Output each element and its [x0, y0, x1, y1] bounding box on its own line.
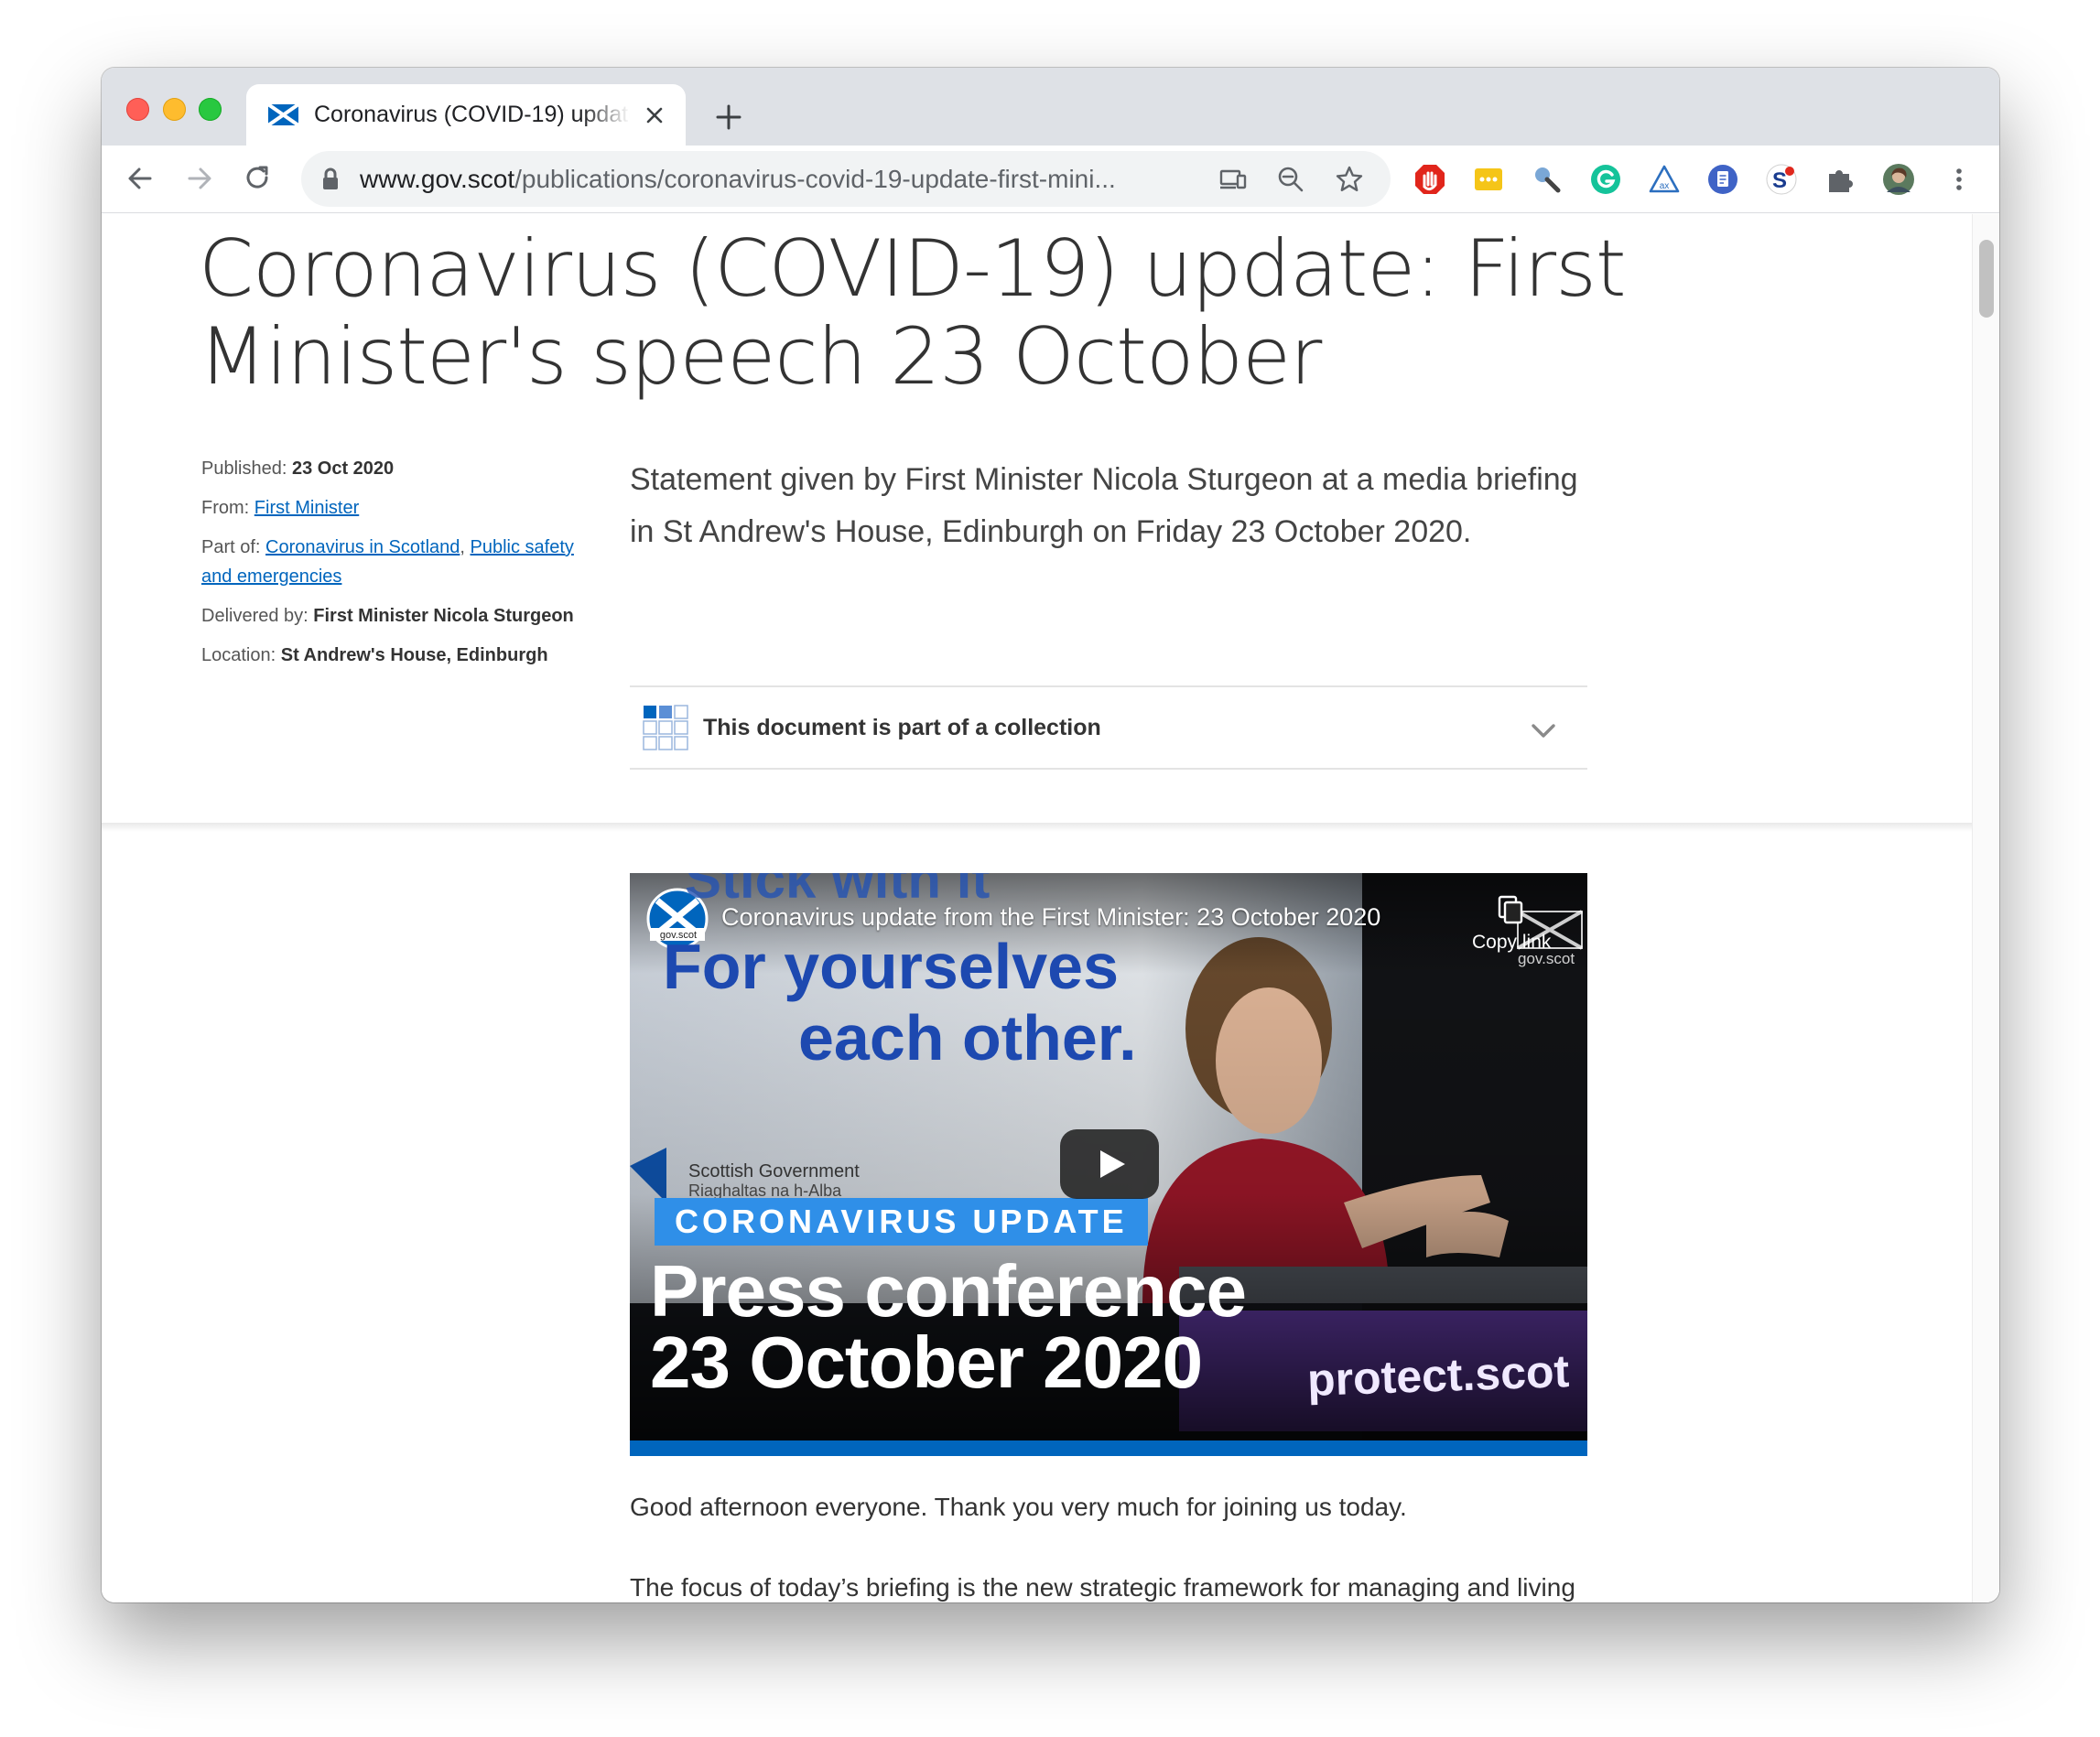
minimize-window-button[interactable]	[163, 98, 186, 121]
collection-label: This document is part of a collection	[703, 715, 1101, 740]
browser-window: Coronavirus (COVID-19) update: First Min…	[102, 68, 1999, 1602]
saltire-favicon-icon	[268, 104, 298, 125]
page-viewport: Coronavirus (COVID-19) update: First Min…	[102, 214, 1999, 1602]
location-label: Location:	[201, 645, 276, 665]
back-icon[interactable]	[124, 162, 157, 195]
part-of-separator: ,	[460, 537, 465, 557]
cast-devices-icon[interactable]	[1218, 165, 1248, 194]
reload-icon[interactable]	[242, 162, 275, 195]
close-tab-icon[interactable]	[642, 102, 667, 128]
more-menu-icon[interactable]	[1943, 163, 1976, 196]
speech-paragraph-2: The focus of today’s briefing is the new…	[630, 1573, 1575, 1602]
backdrop-org-1: Scottish Government	[688, 1161, 860, 1181]
chevron-down-icon	[1532, 724, 1555, 738]
axe-accessibility-extension-icon[interactable]: ax	[1648, 163, 1681, 196]
published-row: Published: 23 Oct 2020	[201, 454, 586, 483]
video-headline: Press conference 23 October 2020	[650, 1250, 1254, 1403]
published-date: 23 Oct 2020	[291, 459, 395, 479]
zoom-icon[interactable]	[1276, 165, 1305, 194]
svg-text:S: S	[1772, 168, 1787, 193]
password-manager-extension-icon[interactable]	[1472, 163, 1505, 196]
forward-icon[interactable]	[183, 162, 216, 195]
active-tab[interactable]: Coronavirus (COVID-19) update: First Min…	[246, 84, 686, 146]
browser-toolbar: www.gov.scot/publications/coronavirus-co…	[102, 146, 1999, 213]
collection-expander[interactable]: This document is part of a collection	[630, 685, 1587, 770]
headline-line-2: 23 October 2020	[650, 1322, 1203, 1403]
url-path: /publications/coronavirus-covid-19-updat…	[514, 165, 1116, 193]
from-row: From: First Minister	[201, 493, 586, 523]
part-of-label: Part of:	[201, 537, 261, 557]
first-minister-link[interactable]: First Minister	[254, 498, 359, 518]
skype-s-extension-icon[interactable]: S	[1765, 163, 1798, 196]
channel-name: gov.scot	[659, 930, 698, 941]
podium-text: protect.scot	[1306, 1345, 1571, 1406]
vertical-scrollbar[interactable]	[1972, 214, 1999, 1602]
video-title[interactable]: Coronavirus update from the First Minist…	[721, 901, 1380, 933]
tab-title: Coronavirus (COVID-19) update: First Min…	[314, 102, 630, 127]
page-title: Coronavirus (COVID-19) update: First Min…	[199, 223, 1627, 403]
profile-avatar[interactable]	[1882, 163, 1915, 196]
video-player[interactable]: Stick with it For yourselves each other.…	[630, 873, 1587, 1456]
headline-line-1: Press conference	[650, 1250, 1247, 1332]
svg-text:ax: ax	[1660, 181, 1670, 191]
section-divider	[102, 823, 1972, 832]
url-text[interactable]: www.gov.scot/publications/coronavirus-co…	[360, 163, 1184, 196]
address-bar[interactable]: www.gov.scot/publications/coronavirus-co…	[301, 151, 1391, 207]
extensions-puzzle-icon[interactable]	[1824, 163, 1856, 196]
delivered-by-value: First Minister Nicola Sturgeon	[313, 606, 574, 626]
location-row: Location: St Andrew's House, Edinburgh	[201, 641, 586, 670]
url-host: www.gov.scot	[360, 165, 515, 193]
tab-strip: Coronavirus (COVID-19) update: First Min…	[102, 68, 1999, 146]
published-label: Published:	[201, 459, 287, 479]
adblock-extension-icon[interactable]	[1413, 163, 1446, 196]
from-label: From:	[201, 498, 250, 518]
delivered-by-label: Delivered by:	[201, 606, 309, 626]
speech-paragraph-1: Good afternoon everyone. Thank you very …	[630, 1493, 1407, 1521]
backdrop-line-1: For yourselves	[663, 931, 1119, 1002]
lock-icon[interactable]	[321, 167, 340, 191]
watermark-label: gov.scot	[1518, 950, 1575, 967]
new-tab-icon[interactable]	[713, 102, 744, 133]
play-icon	[1100, 1150, 1125, 1178]
grammarly-extension-icon[interactable]	[1589, 163, 1622, 196]
play-button[interactable]	[1060, 1129, 1159, 1199]
coronavirus-update-badge: CORONAVIRUS UPDATE	[655, 1198, 1148, 1246]
scrollbar-thumb[interactable]	[1979, 240, 1994, 318]
page-summary: Statement given by First Minister Nicola…	[630, 462, 1578, 549]
location-value: St Andrew's House, Edinburgh	[280, 645, 548, 665]
delivered-by-row: Delivered by: First Minister Nicola Stur…	[201, 601, 586, 631]
collection-grid-icon	[643, 705, 688, 750]
coronavirus-in-scotland-link[interactable]: Coronavirus in Scotland	[265, 537, 460, 557]
backdrop-line-2: each other.	[798, 1002, 1137, 1073]
publication-metadata: Published: 23 Oct 2020 From: First Minis…	[201, 454, 586, 680]
part-of-row: Part of: Coronavirus in Scotland, Public…	[201, 533, 586, 591]
maximize-window-button[interactable]	[199, 98, 222, 121]
color-picker-extension-icon[interactable]	[1531, 163, 1564, 196]
docs-extension-icon[interactable]	[1706, 163, 1739, 196]
bookmark-star-icon[interactable]	[1335, 165, 1364, 194]
close-window-button[interactable]	[126, 98, 149, 121]
